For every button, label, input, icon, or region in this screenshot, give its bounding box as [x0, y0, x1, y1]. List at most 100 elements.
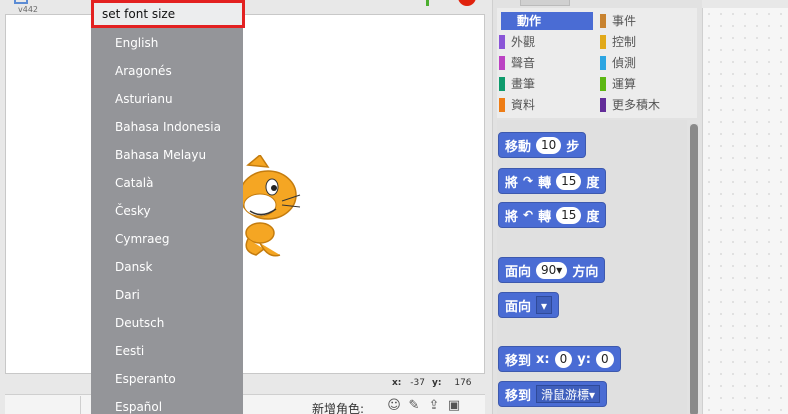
category-label: 更多積木 [612, 98, 661, 112]
category-label: 動作 [517, 14, 542, 28]
language-menu [91, 0, 243, 414]
upload-sprite-icon[interactable]: ⇪ [426, 398, 442, 414]
category-swatch [499, 77, 505, 91]
category-label: 運算 [612, 77, 637, 91]
category-label: 外觀 [511, 35, 536, 49]
category-more-blocks[interactable]: 更多積木 [600, 96, 660, 114]
language-item[interactable]: Bahasa Indonesia [115, 120, 221, 134]
block-text: 方向 [572, 264, 599, 280]
direction-input[interactable]: 90▾ [536, 261, 568, 279]
block-text: x: [536, 351, 550, 367]
language-item[interactable]: Aragonés [115, 64, 172, 78]
language-item[interactable]: Español [115, 400, 162, 414]
move-steps-block[interactable]: 移動 10 步 [498, 132, 587, 158]
category-sensing[interactable]: 偵測 [600, 54, 636, 72]
go-to-block[interactable]: 移到 滑鼠游標▾ [498, 381, 608, 407]
category-label: 事件 [612, 14, 637, 28]
category-swatch [600, 14, 606, 28]
language-item[interactable]: Česky [115, 204, 151, 218]
block-text: 度 [586, 209, 600, 225]
block-text: 度 [586, 175, 600, 191]
x-value: -37 [410, 378, 425, 388]
category-motion[interactable]: 動作 [501, 12, 593, 30]
set-font-size-item[interactable]: set font size [91, 0, 245, 28]
category-label: 控制 [612, 35, 637, 49]
x-label: x: [392, 378, 402, 388]
block-text: 步 [566, 139, 580, 155]
fullscreen-icon[interactable] [14, 0, 28, 4]
block-text: 將 [505, 175, 519, 191]
point-in-direction-block[interactable]: 面向 90▾ 方向 [498, 257, 606, 283]
turn-counterclockwise-icon: ↶ [523, 208, 534, 222]
language-item[interactable]: Cymraeg [115, 232, 169, 246]
scripts-area[interactable] [702, 8, 788, 414]
y-value: 176 [454, 378, 472, 388]
language-item[interactable]: Català [115, 176, 153, 190]
language-item[interactable]: Dari [115, 288, 140, 302]
go-to-target-dropdown[interactable]: 滑鼠游標▾ [536, 385, 601, 403]
towards-dropdown[interactable]: ▾ [536, 296, 553, 314]
block-text: 轉 [538, 209, 552, 225]
language-item[interactable]: English [115, 36, 158, 50]
choose-sprite-from-library-icon[interactable]: ☺ [386, 398, 402, 414]
language-item[interactable]: Eesti [115, 344, 144, 358]
block-text: y: [577, 351, 591, 367]
category-sound[interactable]: 聲音 [499, 54, 535, 72]
category-swatch [600, 56, 606, 70]
turn-right-block[interactable]: 將 ↷ 轉 15 度 [498, 168, 607, 194]
sprite-bar-divider [80, 396, 81, 414]
degrees-input[interactable]: 15 [556, 172, 582, 190]
category-operators[interactable]: 運算 [600, 75, 636, 93]
stage[interactable] [5, 14, 485, 374]
y-input[interactable]: 0 [595, 350, 614, 368]
cat-sprite[interactable] [238, 155, 308, 265]
camera-icon[interactable]: ▣ [446, 398, 462, 414]
version-label: v442 [18, 5, 39, 14]
language-item[interactable]: Esperanto [115, 372, 176, 386]
block-text: 面向 [505, 299, 532, 315]
turn-left-block[interactable]: 將 ↶ 轉 15 度 [498, 202, 607, 228]
category-swatch [600, 77, 606, 91]
green-flag-icon[interactable] [426, 0, 429, 6]
mouse-x-readout: x: -37 [392, 378, 425, 388]
new-sprite-label: 新增角色: [312, 402, 365, 414]
category-swatch [600, 98, 606, 112]
category-swatch [499, 35, 505, 49]
palette-tab[interactable] [520, 0, 570, 6]
go-to-xy-block[interactable]: 移到 x: 0 y: 0 [498, 346, 621, 372]
category-swatch [499, 56, 505, 70]
scratch-editor: v442 x: -37 y: 176 新增角色: ☺ ✎ ⇪ ▣ set fon… [0, 0, 788, 414]
block-text: 轉 [538, 175, 552, 191]
set-font-size-label: set font size [102, 7, 176, 21]
palette-scrollbar[interactable] [690, 124, 698, 414]
point-towards-block[interactable]: 面向 ▾ [498, 292, 560, 318]
language-item[interactable]: Asturianu [115, 92, 173, 106]
language-item[interactable]: Dansk [115, 260, 152, 274]
block-text: 移動 [505, 139, 532, 155]
category-swatch [600, 35, 606, 49]
x-input[interactable]: 0 [554, 350, 573, 368]
category-pen[interactable]: 畫筆 [499, 75, 535, 93]
stop-icon[interactable] [458, 0, 476, 6]
paint-new-sprite-icon[interactable]: ✎ [406, 398, 422, 414]
language-item[interactable]: Bahasa Melayu [115, 148, 206, 162]
category-list: 動作 外觀 聲音 畫筆 資料 事件 控制 偵測 運算 更多積木 [497, 8, 697, 118]
category-label: 聲音 [511, 56, 536, 70]
category-label: 畫筆 [511, 77, 536, 91]
category-events[interactable]: 事件 [600, 12, 636, 30]
block-text: 移到 [505, 353, 532, 369]
mouse-y-readout: y: 176 [432, 378, 472, 388]
category-looks[interactable]: 外觀 [499, 33, 535, 51]
category-data[interactable]: 資料 [499, 96, 535, 114]
block-text: 面向 [505, 264, 532, 280]
y-label: y: [432, 378, 442, 388]
stage-toolbar: v442 [0, 0, 492, 14]
degrees-input[interactable]: 15 [556, 206, 582, 224]
category-control[interactable]: 控制 [600, 33, 636, 51]
turn-clockwise-icon: ↷ [523, 174, 534, 188]
steps-input[interactable]: 10 [536, 136, 562, 154]
category-swatch [499, 98, 505, 112]
language-item[interactable]: Deutsch [115, 316, 164, 330]
block-text: 移到 [505, 388, 532, 404]
palette-scrollbar-thumb[interactable] [690, 124, 698, 414]
